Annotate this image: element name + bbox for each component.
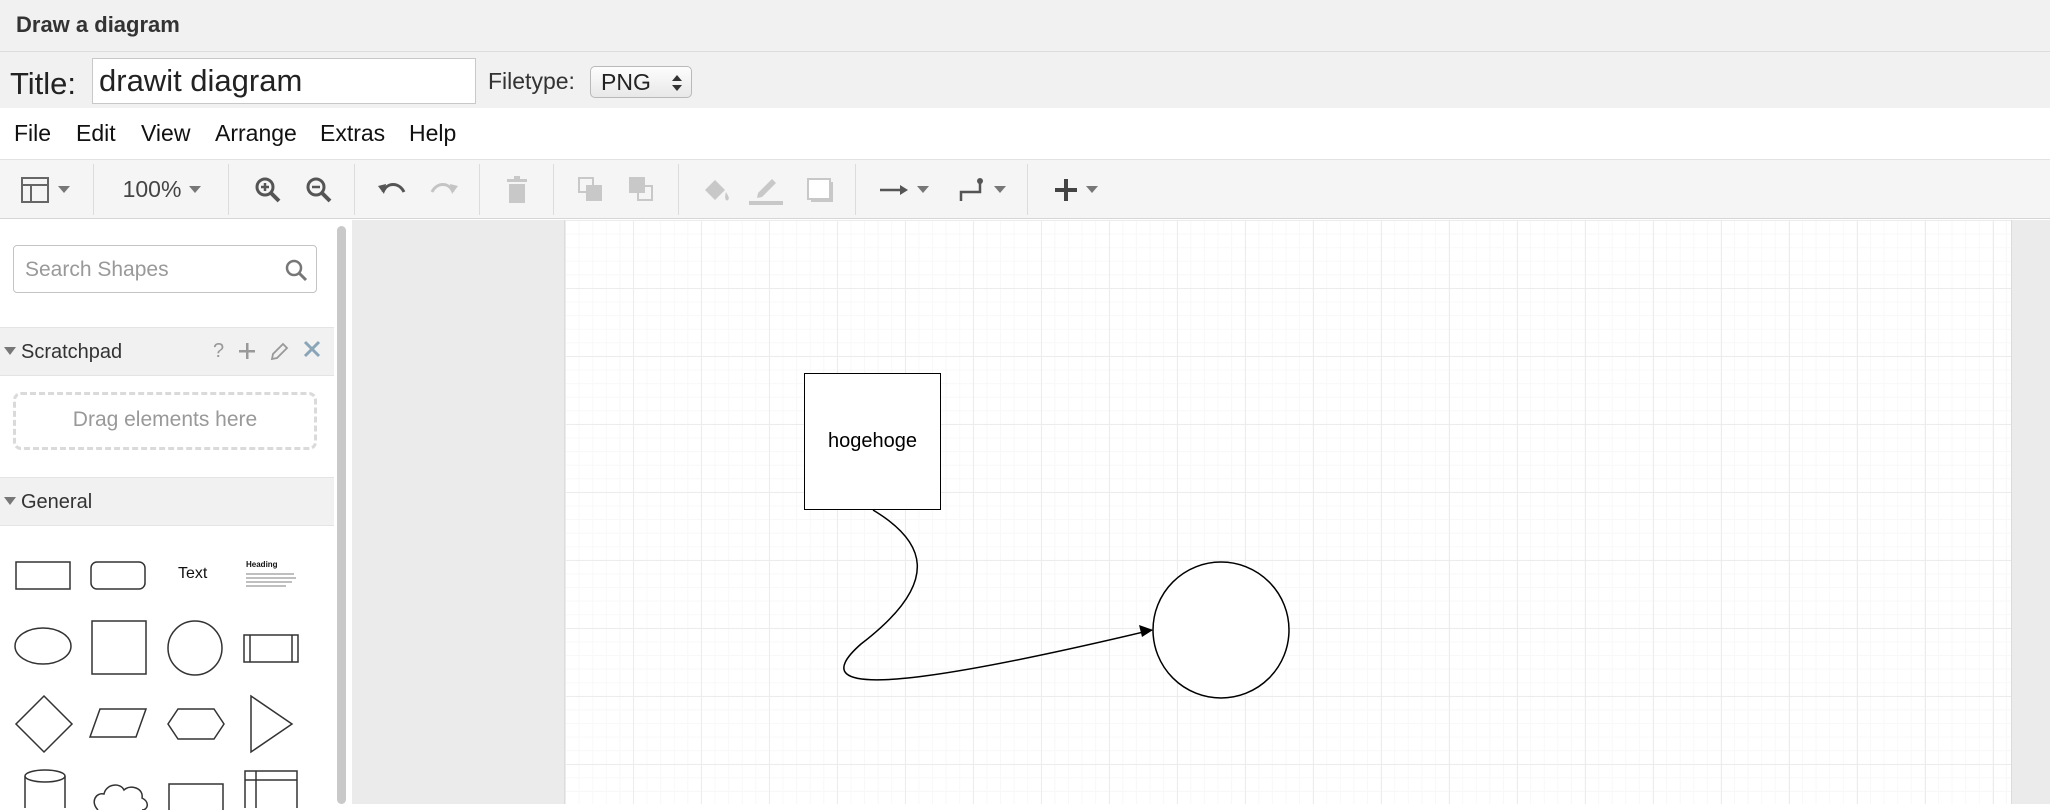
layout-panel-icon <box>21 176 49 203</box>
shadow-button[interactable] <box>800 160 840 219</box>
select-arrows-icon <box>672 75 682 91</box>
scratchpad-help-icon[interactable]: ? <box>213 340 224 363</box>
format-panel-button[interactable] <box>12 160 78 219</box>
to-front-icon <box>578 176 602 201</box>
undo-icon <box>378 182 406 194</box>
sidebar-scrollbar[interactable] <box>337 226 346 804</box>
zoom-out-button[interactable] <box>301 160 337 219</box>
diagram-connector[interactable] <box>843 509 1153 681</box>
insert-button[interactable] <box>1046 160 1106 219</box>
menu-bar: File Edit View Arrange Extras Help <box>0 108 2050 160</box>
shape-cloud[interactable] <box>90 780 150 810</box>
diagram-circle[interactable] <box>1152 561 1290 699</box>
chevron-down-icon <box>994 186 1006 193</box>
diagram-page[interactable]: hogehoge <box>564 220 2012 804</box>
title-row: Title: drawit diagram Filetype: PNG <box>0 52 2050 108</box>
menu-arrange[interactable]: Arrange <box>215 120 297 147</box>
to-back-button[interactable] <box>623 160 661 219</box>
shape-parallelogram[interactable] <box>88 706 148 740</box>
window-title: Draw a diagram <box>16 12 180 37</box>
shape-heading-text[interactable]: Heading <box>244 560 302 590</box>
heading-shape-label: Heading <box>246 560 278 569</box>
menu-view[interactable]: View <box>141 120 190 147</box>
scratchpad-label: Scratchpad <box>21 341 123 363</box>
shape-circle[interactable] <box>166 619 226 677</box>
scratchpad-dropzone[interactable]: Drag elements here <box>13 392 317 450</box>
zoom-in-button[interactable] <box>250 160 286 219</box>
search-shapes-field[interactable]: Search Shapes <box>13 245 317 293</box>
toolbar: 100% <box>0 160 2050 219</box>
collapse-triangle-icon <box>4 347 16 355</box>
shape-text[interactable]: Text <box>178 565 207 583</box>
menu-edit[interactable]: Edit <box>76 120 116 147</box>
scratchpad-header[interactable]: Scratchpad ? <box>0 327 334 376</box>
shape-triangle[interactable] <box>248 694 294 754</box>
collapse-triangle-icon <box>4 497 16 505</box>
pencil-icon <box>749 178 783 205</box>
shape-cylinder[interactable] <box>22 768 68 808</box>
general-header[interactable]: General <box>0 477 334 526</box>
filetype-value: PNG <box>601 69 651 95</box>
general-label: General <box>21 491 93 513</box>
zoom-in-icon <box>255 177 281 202</box>
menu-help[interactable]: Help <box>409 120 456 147</box>
window-header: Draw a diagram <box>0 0 2050 52</box>
zoom-level: 100% <box>122 176 182 202</box>
trash-icon <box>507 175 527 203</box>
shape-hexagon[interactable] <box>166 706 226 742</box>
shape-square[interactable] <box>88 619 148 677</box>
arrow-right-icon <box>880 184 908 195</box>
paint-bucket-icon <box>705 179 729 201</box>
zoom-out-icon <box>306 177 332 202</box>
redo-icon <box>430 182 458 194</box>
diagram-connectors <box>843 509 1290 699</box>
shape-diamond[interactable] <box>14 694 74 754</box>
title-label: Title: <box>10 66 77 101</box>
chevron-down-icon <box>58 186 70 193</box>
shape-ellipse[interactable] <box>14 626 74 666</box>
undo-button[interactable] <box>372 160 412 219</box>
filetype-label: Filetype: <box>488 68 575 94</box>
scratchpad-close-icon[interactable] <box>303 340 321 358</box>
shape-rectangle[interactable] <box>14 558 74 592</box>
shape-process[interactable] <box>241 632 301 666</box>
waypoints-icon <box>959 177 983 201</box>
search-placeholder: Search Shapes <box>25 258 169 281</box>
delete-button[interactable] <box>498 160 536 219</box>
menu-file[interactable]: File <box>14 120 51 147</box>
scratchpad-add-icon[interactable] <box>238 342 256 360</box>
line-color-button[interactable] <box>746 160 786 219</box>
shape-internal-storage[interactable] <box>242 768 300 808</box>
to-front-button[interactable] <box>572 160 610 219</box>
filetype-select[interactable]: PNG <box>590 66 692 98</box>
plus-icon <box>1055 178 1077 201</box>
redo-button[interactable] <box>424 160 464 219</box>
shape-document[interactable] <box>166 780 226 810</box>
search-icon <box>285 259 308 282</box>
connector-arrowhead-icon <box>1139 625 1153 637</box>
chevron-down-icon <box>189 186 202 193</box>
to-back-icon <box>629 176 653 201</box>
shape-rounded-rectangle[interactable] <box>88 558 148 592</box>
shadow-icon <box>807 177 833 202</box>
title-input[interactable]: drawit diagram <box>92 58 476 104</box>
scratchpad-edit-icon[interactable] <box>269 342 289 362</box>
menu-extras[interactable]: Extras <box>320 120 385 147</box>
zoom-dropdown[interactable]: 100% <box>112 160 212 219</box>
chevron-down-icon <box>917 186 929 193</box>
chevron-down-icon <box>1086 186 1098 193</box>
shapes-sidebar: Search Shapes Scratchpad ? Drag elements… <box>0 220 334 810</box>
connection-style-button[interactable] <box>874 160 934 219</box>
fill-color-button[interactable] <box>696 160 736 219</box>
waypoints-button[interactable] <box>952 160 1012 219</box>
